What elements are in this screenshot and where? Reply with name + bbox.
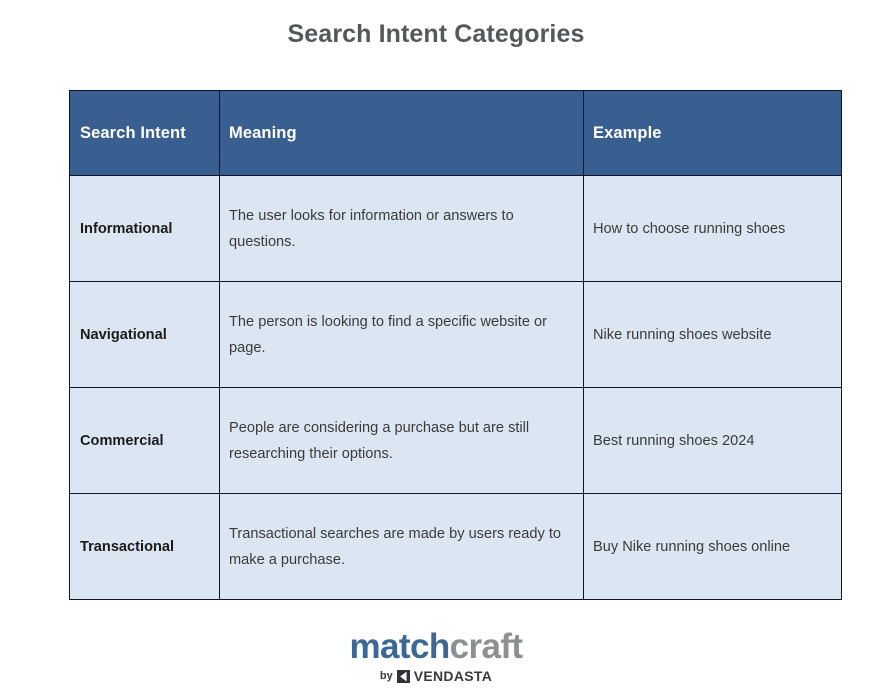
cell-example: How to choose running shoes xyxy=(583,175,842,282)
cell-meaning: Transactional searches are made by users… xyxy=(219,493,584,600)
cell-example: Best running shoes 2024 xyxy=(583,387,842,494)
infographic-page: Search Intent Categories Search Intent M… xyxy=(0,0,872,688)
table-header: Search Intent Meaning Example xyxy=(69,90,842,176)
cell-search-intent: Informational xyxy=(69,175,220,282)
column-header-search-intent: Search Intent xyxy=(69,90,220,176)
search-intent-table: Search Intent Meaning Example Informatio… xyxy=(69,90,842,600)
cell-meaning: The user looks for information or answer… xyxy=(219,175,584,282)
logo-byline: by VENDASTA xyxy=(0,669,872,683)
logo-by-label: by xyxy=(379,669,393,682)
column-header-meaning: Meaning xyxy=(219,90,584,176)
table-row: Commercial People are considering a purc… xyxy=(69,387,842,494)
logo-parent-brand: VENDASTA xyxy=(413,668,493,684)
matchcraft-logo: matchcraft by VENDASTA xyxy=(0,628,872,684)
search-intent-table-container: Search Intent Meaning Example Informatio… xyxy=(69,90,842,600)
page-title: Search Intent Categories xyxy=(287,20,585,48)
cell-example: Nike running shoes website xyxy=(583,281,842,388)
logo-wordmark: matchcraft xyxy=(0,628,872,666)
table-row: Informational The user looks for informa… xyxy=(69,175,842,282)
cell-meaning: People are considering a purchase but ar… xyxy=(219,387,584,494)
cell-meaning: The person is looking to find a specific… xyxy=(219,281,584,388)
cell-search-intent: Navigational xyxy=(69,281,220,388)
table-row: Transactional Transactional searches are… xyxy=(69,493,842,600)
table-body: Informational The user looks for informa… xyxy=(69,175,842,600)
table-row: Navigational The person is looking to fi… xyxy=(69,281,842,388)
column-header-example: Example xyxy=(583,90,842,176)
cell-example: Buy Nike running shoes online xyxy=(583,493,842,600)
cell-search-intent: Commercial xyxy=(69,387,220,494)
cell-search-intent: Transactional xyxy=(69,493,220,600)
vendasta-mark-icon xyxy=(396,669,410,683)
logo-word-match: match xyxy=(349,627,451,666)
logo-word-craft: craft xyxy=(449,627,523,666)
table-header-row: Search Intent Meaning Example xyxy=(69,90,842,176)
